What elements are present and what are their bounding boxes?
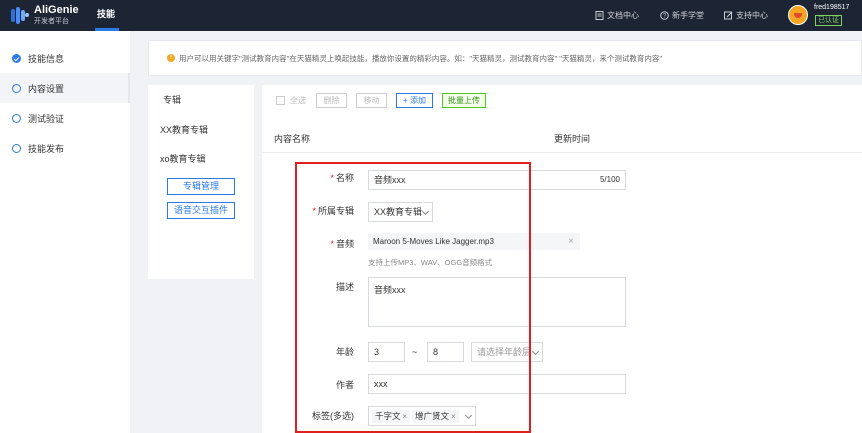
help-circle-icon: ? [660,11,669,20]
name-char-count: 5/100 [599,175,620,184]
step-done-icon [12,53,21,63]
age-range-placeholder: 请选择年龄层 [477,347,532,357]
audio-file-name: Maroon 5-Moves Like Jagger.mp3 [373,237,494,246]
divider [262,152,862,153]
close-icon[interactable]: × [568,233,574,250]
top-bar: AliGenie 开发者平台 技能 文档中心 ? 新手学堂 支持中心 fred1… [0,0,862,31]
audio-label: * 音频 [330,239,354,249]
step-circle-icon [12,83,21,93]
tags-label: 标签(多选) [312,411,354,421]
app-name: AliGenie [34,4,79,16]
chevron-down-icon [421,207,430,216]
sidebar-item-label: 技能发布 [28,143,65,154]
album-panel: 专辑 XX教育专辑 xo教育专辑 专辑管理 语音交互插件 [148,85,254,279]
support-icon [724,11,733,20]
delete-button[interactable]: 删除 [316,93,347,108]
album-manage-button[interactable]: 专辑管理 [167,178,235,195]
avatar[interactable] [788,5,808,25]
sidebar-item-skill-info[interactable]: 技能信息 [0,43,130,73]
warning-icon: ! [167,54,175,62]
age-min-value: 3 [374,347,380,357]
chevron-down-icon [464,411,473,420]
column-header-updated: 更新时间 [554,134,591,144]
age-range-select[interactable]: 请选择年龄层 [471,342,543,362]
topnav-school[interactable]: ? 新手学堂 [660,0,704,31]
album-item[interactable]: XX教育专辑 [160,123,208,136]
topnav-support[interactable]: 支持中心 [724,0,768,31]
user-name[interactable]: fred198517 [814,4,849,11]
form-backdrop: * 名称 音频xxx 5/100 * 所属专辑 XX教育专辑 * 音频 Maroon … [294,157,830,433]
topnav-school-label: 新手学堂 [672,11,704,20]
audio-file-item[interactable]: Maroon 5-Moves Like Jagger.mp3 × [368,233,580,250]
voice-plugin-button[interactable]: 语音交互插件 [167,202,235,219]
album-select-value: XX教育专辑 [374,207,423,217]
sidebar-item-label: 内容设置 [28,83,65,94]
batch-upload-button[interactable]: 批量上传 [442,93,486,108]
name-input[interactable]: 音频xxx 5/100 [368,170,626,190]
album-select[interactable]: XX教育专辑 [368,202,433,222]
tag-chip[interactable]: 千字文 × [372,410,411,423]
author-label: 作者 [335,380,354,390]
author-input[interactable]: xxx [368,374,626,394]
age-max-value: 8 [433,347,439,357]
topnav-docs[interactable]: 文档中心 [595,0,639,31]
main-area: ! 用户可以用关键字"测试教育内容"在天猫精灵上唤起技能，播放你设置的精彩内容。… [148,40,862,433]
name-label: * 名称 [330,173,354,183]
sidebar-item-publish[interactable]: 技能发布 [0,133,130,163]
sidebar-item-label: 技能信息 [28,53,65,64]
verified-badge: 已认证 [815,15,842,26]
content-form: * 名称 音频xxx 5/100 * 所属专辑 XX教育专辑 * 音频 Maroon … [294,157,830,433]
audio-format-hint: 支持上传MP3、WAV、OGG音频格式 [368,258,493,267]
nav-skill[interactable]: 技能 [95,0,117,31]
description-textarea[interactable]: 音频xxx [368,277,626,327]
tags-select[interactable]: 千字文 × 增广贤文 × [368,406,476,426]
move-button[interactable]: 移动 [356,93,387,108]
column-header-name: 内容名称 [274,134,311,144]
add-button[interactable]: + 添加 [396,93,433,108]
topnav-support-label: 支持中心 [736,11,768,20]
step-circle-icon [12,143,21,153]
select-all-checkbox[interactable] [276,96,285,105]
name-input-value: 音频xxx [374,175,406,185]
chevron-down-icon [531,347,540,356]
age-separator: ~ [412,347,418,357]
album-label: * 所属专辑 [312,206,354,216]
tag-chip[interactable]: 增广贤文 × [412,410,459,423]
select-all-label: 全选 [290,96,306,105]
content-panel: 全选 删除 移动 + 添加 批量上传 内容名称 更新时间 * 名称 音频xxx 5… [262,85,862,433]
sidebar: 技能信息 内容设置 测试验证 技能发布 [0,31,130,433]
step-circle-icon [12,113,21,123]
close-icon[interactable]: × [403,412,408,421]
topnav-docs-label: 文档中心 [607,11,639,20]
sidebar-item-label: 测试验证 [28,113,65,124]
age-min-input[interactable]: 3 [368,342,405,362]
album-item[interactable]: xo教育专辑 [160,152,206,165]
document-icon [595,11,604,20]
album-header: 专辑 [163,95,182,105]
app-subtitle: 开发者平台 [34,18,69,25]
age-label: 年龄 [335,347,354,357]
age-max-input[interactable]: 8 [427,342,464,362]
description-label: 描述 [335,282,354,292]
sidebar-item-content-settings[interactable]: 内容设置 [0,73,130,103]
notice-bar: ! 用户可以用关键字"测试教育内容"在天猫精灵上唤起技能，播放你设置的精彩内容。… [148,40,862,76]
aligenie-logo-icon [11,7,29,24]
description-value: 音频xxx [374,285,406,295]
sidebar-item-testing[interactable]: 测试验证 [0,103,130,133]
close-icon[interactable]: × [451,412,456,421]
author-value: xxx [374,379,388,389]
notice-text: 用户可以用关键字"测试教育内容"在天猫精灵上唤起技能，播放你设置的精彩内容。如：… [179,53,663,63]
